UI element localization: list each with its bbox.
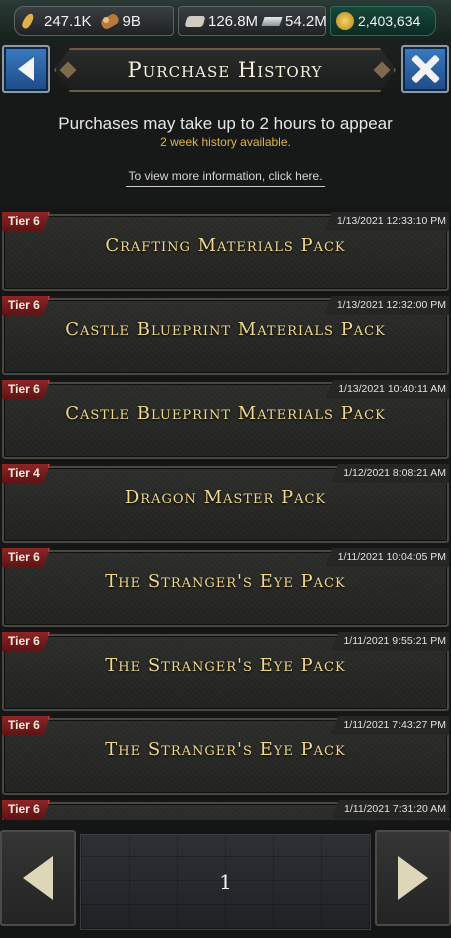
pack-name: Castle Blueprint Materials Pack — [65, 319, 386, 340]
resource-iron: 54.2M — [262, 12, 327, 30]
tier-badge: Tier 6 — [2, 632, 50, 651]
header: Purchase History — [0, 42, 451, 100]
iron-ingot-icon — [262, 12, 282, 30]
resource-wood: 9B — [100, 12, 141, 30]
previous-page-button[interactable] — [0, 830, 76, 926]
close-button[interactable] — [401, 45, 449, 93]
purchase-list[interactable]: Tier 6 1/13/2021 12:33:10 PM Crafting Ma… — [0, 212, 451, 820]
purchase-row[interactable]: Tier 6 1/13/2021 10:40:11 AM Castle Blue… — [2, 380, 449, 460]
purchase-row[interactable]: Tier 6 1/13/2021 12:32:00 PM Castle Blue… — [2, 296, 449, 376]
purchase-row[interactable]: Tier 6 1/11/2021 9:55:21 PM The Stranger… — [2, 632, 449, 712]
arrow-left-icon — [23, 856, 53, 900]
tier-badge: Tier 6 — [2, 212, 50, 231]
close-icon — [410, 54, 440, 84]
purchase-date: 1/11/2021 7:43:27 PM — [330, 716, 449, 735]
resource-bar: 247.1K 9B 126.8M 54.2M 2,403,634 — [0, 0, 451, 42]
purchase-date: 1/11/2021 9:55:21 PM — [330, 632, 449, 651]
food-amount: 247.1K — [44, 12, 92, 30]
tier-badge: Tier 6 — [2, 716, 50, 735]
purchase-row[interactable]: Tier 6 1/11/2021 7:43:27 PM The Stranger… — [2, 716, 449, 796]
page-title: Purchase History — [127, 58, 323, 82]
stone-block-icon — [185, 12, 205, 30]
purchase-date: 1/13/2021 10:40:11 AM — [325, 380, 449, 399]
arrow-right-icon — [398, 856, 428, 900]
info-panel: Purchases may take up to 2 hours to appe… — [0, 100, 451, 204]
iron-amount: 54.2M — [285, 12, 327, 30]
tier-badge: Tier 6 — [2, 380, 50, 399]
pack-name: Dragon Master Pack — [124, 487, 327, 508]
resource-pill-food-wood[interactable]: 247.1K 9B — [14, 6, 174, 36]
purchase-row[interactable]: Tier 6 1/11/2021 10:04:05 PM The Strange… — [2, 548, 449, 628]
purchase-row[interactable]: Tier 6 1/11/2021 7:31:20 AM — [2, 800, 449, 820]
pack-name: The Stranger's Eye Pack — [105, 655, 346, 676]
pagination-bar: 1 — [0, 826, 451, 938]
purchase-delay-notice: Purchases may take up to 2 hours to appe… — [58, 114, 393, 133]
pack-name: Crafting Materials Pack — [105, 235, 346, 256]
purchase-date: 1/11/2021 10:04:05 PM — [324, 548, 449, 567]
wood-amount: 9B — [122, 12, 141, 30]
wheat-icon — [21, 12, 41, 30]
title-plate: Purchase History — [54, 48, 396, 92]
resource-gold: 2,403,634 — [335, 12, 420, 30]
resource-pill-gold[interactable]: 2,403,634 — [330, 6, 436, 36]
purchase-date: 1/12/2021 8:08:21 AM — [330, 464, 449, 483]
chevron-left-icon — [18, 57, 34, 81]
stone-amount: 126.8M — [208, 12, 259, 30]
purchase-date: 1/13/2021 12:33:10 PM — [323, 212, 449, 231]
history-window-note: 2 week history available. — [160, 135, 291, 149]
tier-badge: Tier 4 — [2, 464, 50, 483]
pack-name: The Stranger's Eye Pack — [105, 571, 346, 592]
pack-name: The Stranger's Eye Pack — [105, 739, 346, 760]
gold-coin-icon — [335, 12, 355, 30]
tier-badge: Tier 6 — [2, 800, 50, 819]
more-info-link[interactable]: To view more information, click here. — [126, 169, 325, 187]
current-page-number: 1 — [219, 870, 232, 894]
purchase-row[interactable]: Tier 6 1/13/2021 12:33:10 PM Crafting Ma… — [2, 212, 449, 292]
back-button[interactable] — [2, 45, 50, 93]
gold-amount: 2,403,634 — [358, 13, 421, 29]
resource-stone: 126.8M — [185, 12, 258, 30]
wood-log-icon — [100, 12, 120, 30]
pack-name: Castle Blueprint Materials Pack — [65, 403, 386, 424]
tier-badge: Tier 6 — [2, 296, 50, 315]
purchase-date: 1/13/2021 12:32:00 PM — [323, 296, 449, 315]
purchase-row[interactable]: Tier 4 1/12/2021 8:08:21 AM Dragon Maste… — [2, 464, 449, 544]
next-page-button[interactable] — [375, 830, 451, 926]
resource-food: 247.1K — [21, 12, 92, 30]
page-indicator: 1 — [80, 834, 371, 930]
purchase-date: 1/11/2021 7:31:20 AM — [331, 800, 449, 819]
resource-pill-stone-iron[interactable]: 126.8M 54.2M — [178, 6, 327, 36]
tier-badge: Tier 6 — [2, 548, 50, 567]
